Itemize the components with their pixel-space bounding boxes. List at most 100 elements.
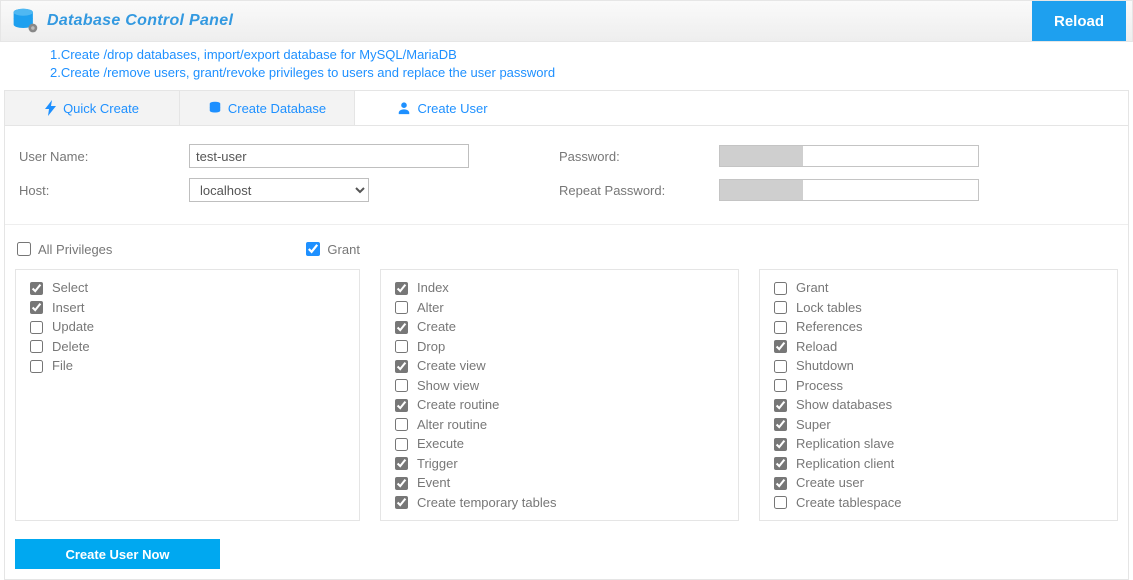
privilege-item[interactable]: Execute [391, 434, 728, 454]
privilege-checkbox[interactable] [395, 399, 408, 412]
privilege-checkbox[interactable] [774, 477, 787, 490]
privilege-item[interactable]: Insert [26, 298, 349, 318]
privilege-label: Grant [796, 278, 829, 298]
privilege-checkbox[interactable] [774, 321, 787, 334]
privilege-item[interactable]: Grant [770, 278, 1107, 298]
privilege-checkbox[interactable] [395, 360, 408, 373]
privilege-checkbox[interactable] [30, 282, 43, 295]
privilege-label: File [52, 356, 73, 376]
privilege-checkbox[interactable] [395, 457, 408, 470]
privilege-item[interactable]: Create routine [391, 395, 728, 415]
privilege-label: Show view [417, 376, 479, 396]
privilege-checkbox[interactable] [774, 496, 787, 509]
all-privileges-input[interactable] [17, 242, 31, 256]
panel: Quick Create Create Database Create User [4, 90, 1129, 580]
tab-label: Create Database [228, 101, 326, 116]
privilege-checkbox[interactable] [30, 301, 43, 314]
privilege-checkbox[interactable] [774, 418, 787, 431]
privilege-item[interactable]: Select [26, 278, 349, 298]
privilege-item[interactable]: Process [770, 376, 1107, 396]
privilege-item[interactable]: Alter [391, 298, 728, 318]
privilege-label: References [796, 317, 862, 337]
privilege-label: Drop [417, 337, 445, 357]
privilege-checkbox[interactable] [395, 496, 408, 509]
privilege-item[interactable]: Reload [770, 337, 1107, 357]
privilege-checkbox[interactable] [774, 282, 787, 295]
privilege-item[interactable]: Index [391, 278, 728, 298]
privilege-label: Index [417, 278, 449, 298]
privilege-item[interactable]: Show databases [770, 395, 1107, 415]
privilege-checkbox[interactable] [395, 418, 408, 431]
grant-input[interactable] [306, 242, 320, 256]
privileges-col-1: SelectInsertUpdateDeleteFile [15, 269, 360, 521]
repeat-password-field-wrap [719, 179, 979, 201]
privilege-checkbox[interactable] [395, 282, 408, 295]
privilege-item[interactable]: Create tablespace [770, 493, 1107, 513]
privilege-label: Process [796, 376, 843, 396]
tab-quick-create[interactable]: Quick Create [5, 91, 180, 125]
privilege-label: Replication slave [796, 434, 894, 454]
privilege-checkbox[interactable] [774, 399, 787, 412]
tab-label: Create User [417, 101, 487, 116]
header-bar: Database Control Panel Reload [0, 0, 1133, 42]
privilege-checkbox[interactable] [30, 321, 43, 334]
privilege-checkbox[interactable] [395, 477, 408, 490]
description-line-1: 1.Create /drop databases, import/export … [50, 46, 1133, 64]
password-field-wrap [719, 145, 979, 167]
privilege-label: Create [417, 317, 456, 337]
grant-checkbox[interactable]: Grant [302, 239, 360, 259]
privilege-checkbox[interactable] [395, 301, 408, 314]
privilege-item[interactable]: Super [770, 415, 1107, 435]
privilege-checkbox[interactable] [774, 457, 787, 470]
username-input[interactable] [189, 144, 469, 168]
tab-create-database[interactable]: Create Database [180, 91, 355, 125]
privilege-label: Show databases [796, 395, 892, 415]
all-privileges-label: All Privileges [38, 242, 112, 257]
privilege-item[interactable]: Create view [391, 356, 728, 376]
grant-label: Grant [327, 242, 360, 257]
privilege-item[interactable]: Drop [391, 337, 728, 357]
privilege-item[interactable]: References [770, 317, 1107, 337]
privilege-item[interactable]: Replication client [770, 454, 1107, 474]
privilege-item[interactable]: Lock tables [770, 298, 1107, 318]
privilege-item[interactable]: Show view [391, 376, 728, 396]
privilege-checkbox[interactable] [395, 438, 408, 451]
reload-button[interactable]: Reload [1032, 1, 1126, 41]
password-input[interactable] [719, 145, 979, 167]
privilege-item[interactable]: Shutdown [770, 356, 1107, 376]
privilege-checkbox[interactable] [774, 379, 787, 392]
privilege-checkbox[interactable] [774, 360, 787, 373]
repeat-password-input[interactable] [719, 179, 979, 201]
tab-label: Quick Create [63, 101, 139, 116]
password-strength-meter [720, 146, 803, 166]
privilege-item[interactable]: Delete [26, 337, 349, 357]
privilege-label: Select [52, 278, 88, 298]
privilege-item[interactable]: Alter routine [391, 415, 728, 435]
privilege-item[interactable]: Create user [770, 473, 1107, 493]
privilege-checkbox[interactable] [395, 321, 408, 334]
password-label: Password: [559, 149, 719, 164]
tab-create-user[interactable]: Create User [355, 91, 530, 125]
create-user-now-button[interactable]: Create User Now [15, 539, 220, 569]
privilege-checkbox[interactable] [395, 340, 408, 353]
privilege-checkbox[interactable] [30, 340, 43, 353]
privilege-label: Event [417, 473, 450, 493]
privilege-item[interactable]: Trigger [391, 454, 728, 474]
privilege-item[interactable]: Create temporary tables [391, 493, 728, 513]
privilege-label: Create tablespace [796, 493, 902, 513]
privilege-item[interactable]: File [26, 356, 349, 376]
privilege-item[interactable]: Event [391, 473, 728, 493]
privilege-checkbox[interactable] [30, 360, 43, 373]
privileges-col-2: IndexAlterCreateDropCreate viewShow view… [380, 269, 739, 521]
privilege-checkbox[interactable] [395, 379, 408, 392]
privilege-item[interactable]: Create [391, 317, 728, 337]
privilege-checkbox[interactable] [774, 438, 787, 451]
all-privileges-checkbox[interactable]: All Privileges [13, 239, 112, 259]
database-icon [11, 7, 39, 35]
privilege-item[interactable]: Update [26, 317, 349, 337]
privilege-item[interactable]: Replication slave [770, 434, 1107, 454]
host-select[interactable]: localhost [189, 178, 369, 202]
privilege-label: Create view [417, 356, 486, 376]
privilege-checkbox[interactable] [774, 301, 787, 314]
privilege-checkbox[interactable] [774, 340, 787, 353]
